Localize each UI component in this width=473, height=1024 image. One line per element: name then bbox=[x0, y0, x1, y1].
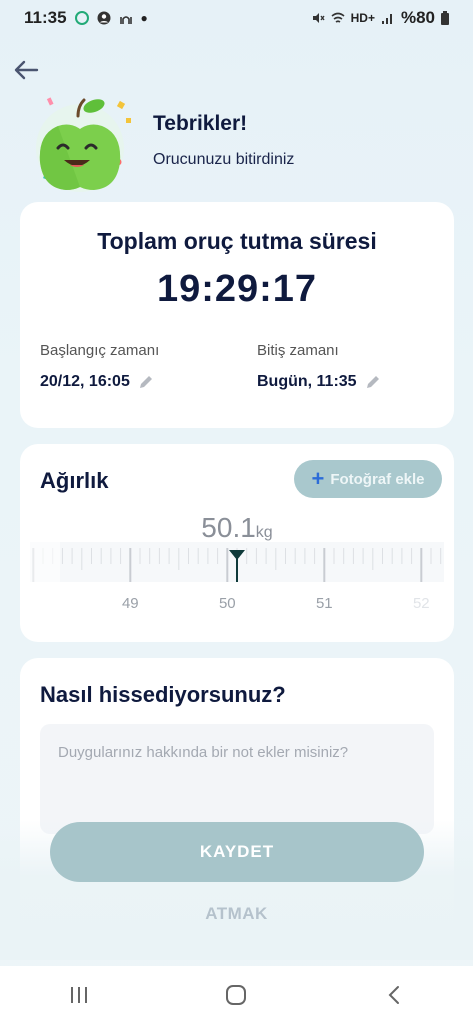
ruler-fade-left bbox=[30, 542, 60, 632]
signal-icon bbox=[381, 14, 392, 24]
home-button[interactable] bbox=[216, 975, 256, 1015]
total-fasting-title: Toplam oruç tutma süresi bbox=[97, 228, 377, 254]
network-label: HD+ bbox=[350, 11, 375, 25]
congrats-subtitle: Orucunuzu bitirdiniz bbox=[153, 151, 295, 168]
arrow-left-icon bbox=[14, 60, 39, 80]
start-time-value: 20/12, 16:05 bbox=[40, 373, 130, 390]
weight-readout: 50.1kg bbox=[20, 512, 454, 544]
end-time-section: Bitiş zamanı Bugün, 11:35 bbox=[257, 342, 381, 391]
congrats-hero bbox=[0, 90, 473, 200]
status-time: 11:35 bbox=[24, 8, 67, 27]
add-photo-button[interactable]: + Fotoğraf ekle bbox=[294, 460, 442, 498]
recent-apps-button[interactable] bbox=[59, 975, 99, 1015]
pencil-icon[interactable] bbox=[138, 374, 154, 390]
weight-value: 50.1 bbox=[201, 512, 256, 543]
feeling-note-input[interactable]: Duygularınız hakkında bir not ekler misi… bbox=[40, 724, 434, 834]
mosque-icon bbox=[119, 16, 132, 24]
weight-ruler-slider[interactable]: 49 50 51 52 bbox=[30, 542, 444, 632]
end-time-label: Bitiş zamanı bbox=[257, 342, 339, 359]
add-photo-label: Fotoğraf ekle bbox=[330, 470, 425, 488]
app-notification-icon bbox=[74, 11, 89, 25]
battery-icon bbox=[441, 11, 449, 25]
feeling-title: Nasıl hissediyorsunuz? bbox=[40, 682, 286, 707]
feeling-note-placeholder: Duygularınız hakkında bir not ekler misi… bbox=[58, 744, 349, 761]
congrats-title: Tebrikler! bbox=[153, 112, 248, 135]
status-bar: 11:35 ● HD+ %80 bbox=[0, 0, 473, 36]
start-time-section: Başlangıç zamanı 20/12, 16:05 bbox=[40, 342, 159, 391]
ruler-tick-label: 49 bbox=[122, 595, 139, 612]
weight-card: Ağırlık + Fotoğraf ekle 50.1kg 49 50 51 52 bbox=[20, 444, 454, 642]
save-button-label: KAYDET bbox=[199, 842, 275, 861]
system-back-button[interactable] bbox=[374, 975, 414, 1015]
system-nav-bar bbox=[0, 966, 473, 1024]
back-button[interactable] bbox=[12, 56, 40, 84]
battery-percent: %80 bbox=[400, 8, 435, 27]
plus-icon: + bbox=[311, 466, 325, 491]
discard-button[interactable]: ATMAK bbox=[0, 904, 473, 924]
recent-apps-icon bbox=[70, 987, 87, 1003]
save-button[interactable]: KAYDET bbox=[50, 822, 424, 882]
ruler-tick-label: 52 bbox=[413, 595, 430, 612]
apple-mascot-icon bbox=[12, 90, 132, 192]
pencil-icon[interactable] bbox=[365, 374, 381, 390]
more-notifications-dot: ● bbox=[140, 11, 148, 25]
wifi-icon bbox=[331, 12, 345, 23]
chevron-left-icon bbox=[388, 986, 400, 1004]
home-icon bbox=[226, 985, 247, 1005]
ruler-tick-label: 51 bbox=[316, 595, 333, 612]
start-time-edit[interactable]: 20/12, 16:05 bbox=[40, 373, 159, 391]
end-time-value: Bugün, 11:35 bbox=[257, 373, 357, 390]
fasting-summary-card: Toplam oruç tutma süresi 19:29:17 Başlan… bbox=[20, 202, 454, 428]
ruler-tick-label: 50 bbox=[219, 595, 236, 612]
total-fasting-duration: 19:29:17 bbox=[156, 268, 318, 310]
end-time-edit[interactable]: Bugün, 11:35 bbox=[257, 373, 381, 391]
account-icon bbox=[97, 11, 111, 25]
mute-icon bbox=[312, 13, 325, 23]
weight-title: Ağırlık bbox=[40, 468, 109, 493]
weight-unit: kg bbox=[255, 524, 273, 541]
start-time-label: Başlangıç zamanı bbox=[40, 342, 160, 359]
